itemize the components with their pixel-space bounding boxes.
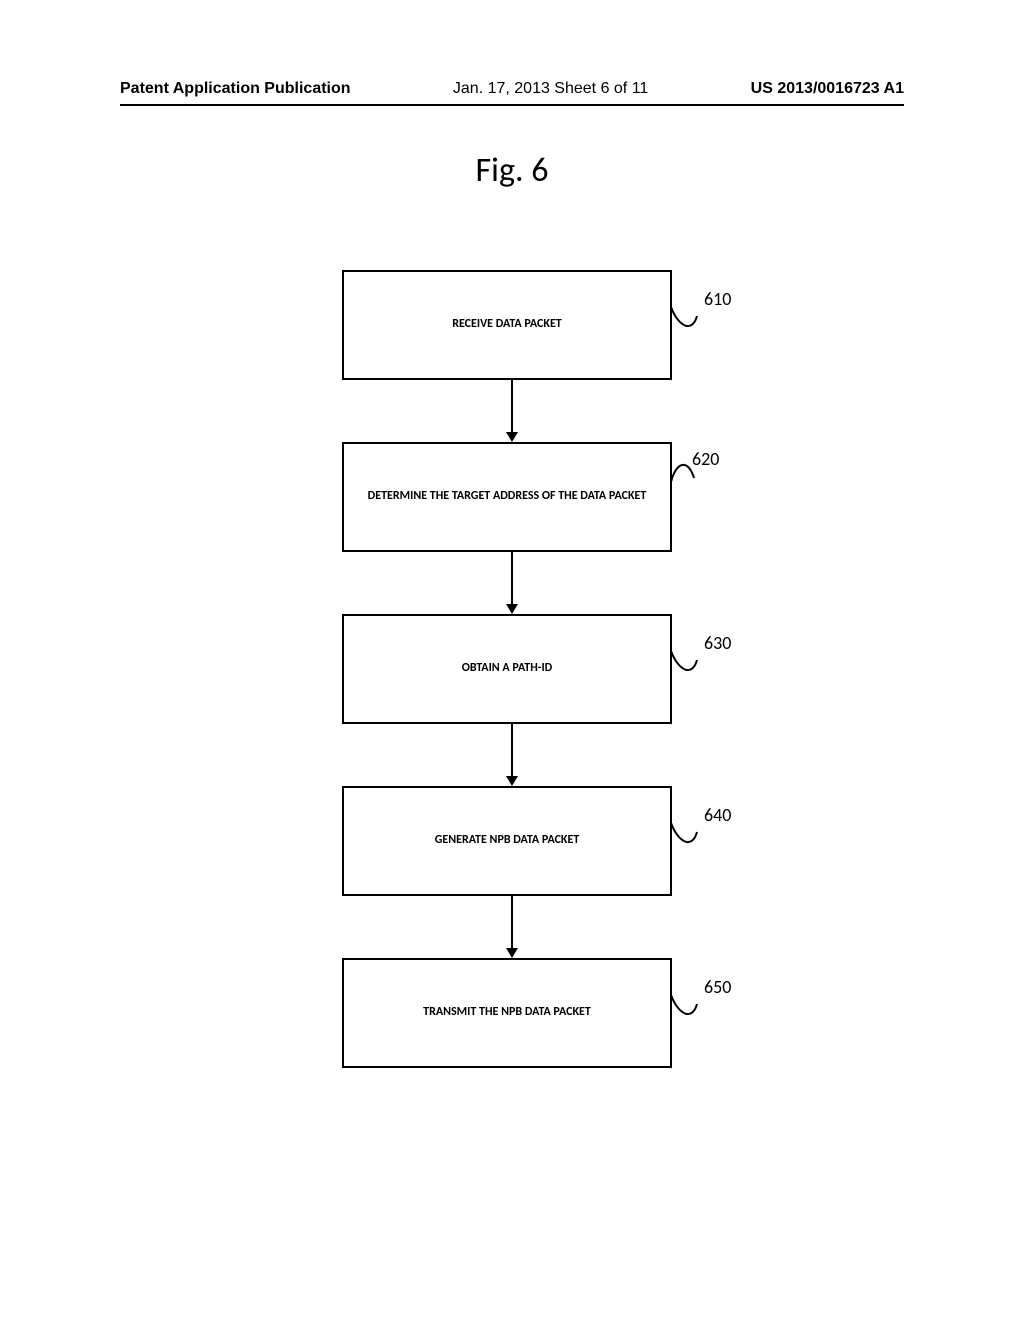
ref-number: 620	[692, 448, 719, 470]
flow-step-650: TRANSMIT THE NPB DATA PACKET 650	[342, 958, 682, 1068]
arrow-down-icon	[511, 552, 513, 614]
arrow-down-icon	[511, 724, 513, 786]
flow-box: TRANSMIT THE NPB DATA PACKET	[342, 958, 672, 1068]
flow-step-610: RECEIVE DATA PACKET 610	[342, 270, 682, 380]
flow-step-620: DETERMINE THE TARGET ADDRESS OF THE DATA…	[342, 442, 682, 552]
header-left: Patent Application Publication	[120, 80, 351, 98]
flow-box: DETERMINE THE TARGET ADDRESS OF THE DATA…	[342, 442, 672, 552]
figure-title: Fig. 6	[0, 150, 1024, 191]
arrow-down-icon	[511, 380, 513, 442]
page-root: Patent Application Publication Jan. 17, …	[0, 0, 1024, 1320]
ref-number: 650	[704, 976, 731, 998]
flowchart: RECEIVE DATA PACKET 610 DETERMINE THE TA…	[0, 270, 1024, 1068]
ref-number: 610	[704, 288, 731, 310]
ref-connector-icon	[670, 650, 706, 686]
page-header: Patent Application Publication Jan. 17, …	[0, 80, 1024, 106]
header-row: Patent Application Publication Jan. 17, …	[0, 80, 1024, 102]
flow-box-label: RECEIVE DATA PACKET	[452, 317, 562, 333]
header-right: US 2013/0016723 A1	[751, 80, 904, 98]
flow-box-label: DETERMINE THE TARGET ADDRESS OF THE DATA…	[368, 489, 647, 505]
flow-box: OBTAIN A PATH-ID	[342, 614, 672, 724]
flow-step-630: OBTAIN A PATH-ID 630	[342, 614, 682, 724]
arrow-down-icon	[511, 896, 513, 958]
ref-connector-icon	[670, 994, 706, 1030]
ref-connector-icon	[670, 306, 706, 342]
flow-box: GENERATE NPB DATA PACKET	[342, 786, 672, 896]
flow-box-label: OBTAIN A PATH-ID	[462, 661, 553, 677]
header-divider	[120, 104, 904, 106]
header-center: Jan. 17, 2013 Sheet 6 of 11	[453, 80, 648, 98]
ref-number: 640	[704, 804, 731, 826]
flow-box: RECEIVE DATA PACKET	[342, 270, 672, 380]
flow-step-640: GENERATE NPB DATA PACKET 640	[342, 786, 682, 896]
ref-number: 630	[704, 632, 731, 654]
flow-box-label: TRANSMIT THE NPB DATA PACKET	[423, 1005, 591, 1021]
ref-connector-icon	[670, 822, 706, 858]
flow-box-label: GENERATE NPB DATA PACKET	[435, 833, 580, 849]
